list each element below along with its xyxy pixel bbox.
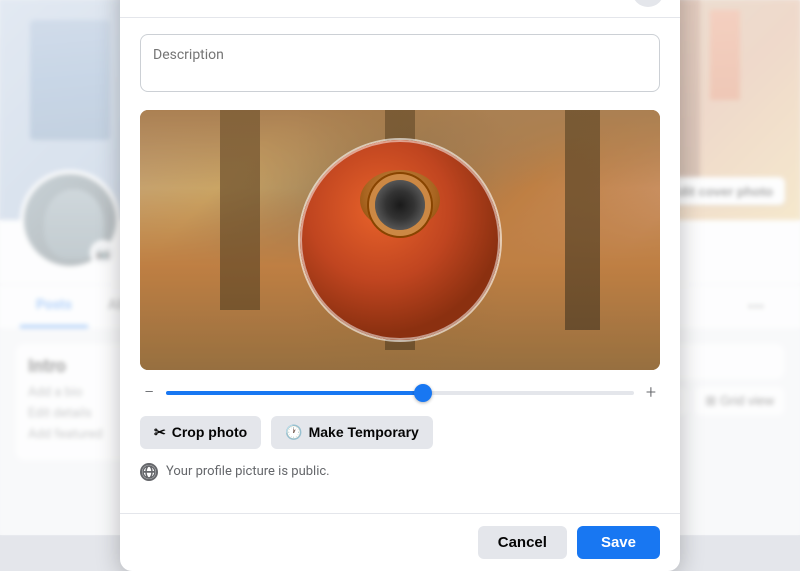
cancel-button[interactable]: Cancel bbox=[478, 526, 567, 559]
modal-title: Choose profile picture bbox=[316, 0, 485, 1]
crop-icon: ✂ bbox=[154, 424, 166, 441]
modal-header: Choose profile picture × bbox=[120, 0, 680, 18]
zoom-in-icon[interactable]: + bbox=[646, 384, 656, 402]
privacy-row: Your profile picture is public. bbox=[140, 463, 660, 481]
globe-icon bbox=[140, 463, 158, 481]
modal-footer: Cancel Save bbox=[120, 513, 680, 571]
circle-border-overlay bbox=[300, 140, 500, 340]
choose-profile-picture-modal: Choose profile picture × − + ✂ Crop phot… bbox=[120, 0, 680, 571]
action-buttons-row: ✂ Crop photo 🕐 Make Temporary bbox=[140, 416, 660, 449]
privacy-text: Your profile picture is public. bbox=[166, 464, 330, 479]
save-button[interactable]: Save bbox=[577, 526, 660, 559]
modal-body: − + ✂ Crop photo 🕐 Make Temporary bbox=[120, 18, 680, 513]
description-input[interactable] bbox=[140, 34, 660, 92]
modal-close-button[interactable]: × bbox=[632, 0, 664, 7]
crop-photo-label: Crop photo bbox=[172, 424, 247, 440]
zoom-row: − + bbox=[140, 384, 660, 402]
make-temporary-button[interactable]: 🕐 Make Temporary bbox=[271, 416, 433, 449]
clock-icon: 🕐 bbox=[285, 424, 302, 441]
photo-crop-area bbox=[140, 110, 660, 370]
crop-photo-button[interactable]: ✂ Crop photo bbox=[140, 416, 261, 449]
zoom-out-icon[interactable]: − bbox=[144, 384, 154, 402]
zoom-slider[interactable] bbox=[166, 391, 634, 395]
make-temporary-label: Make Temporary bbox=[309, 424, 419, 440]
